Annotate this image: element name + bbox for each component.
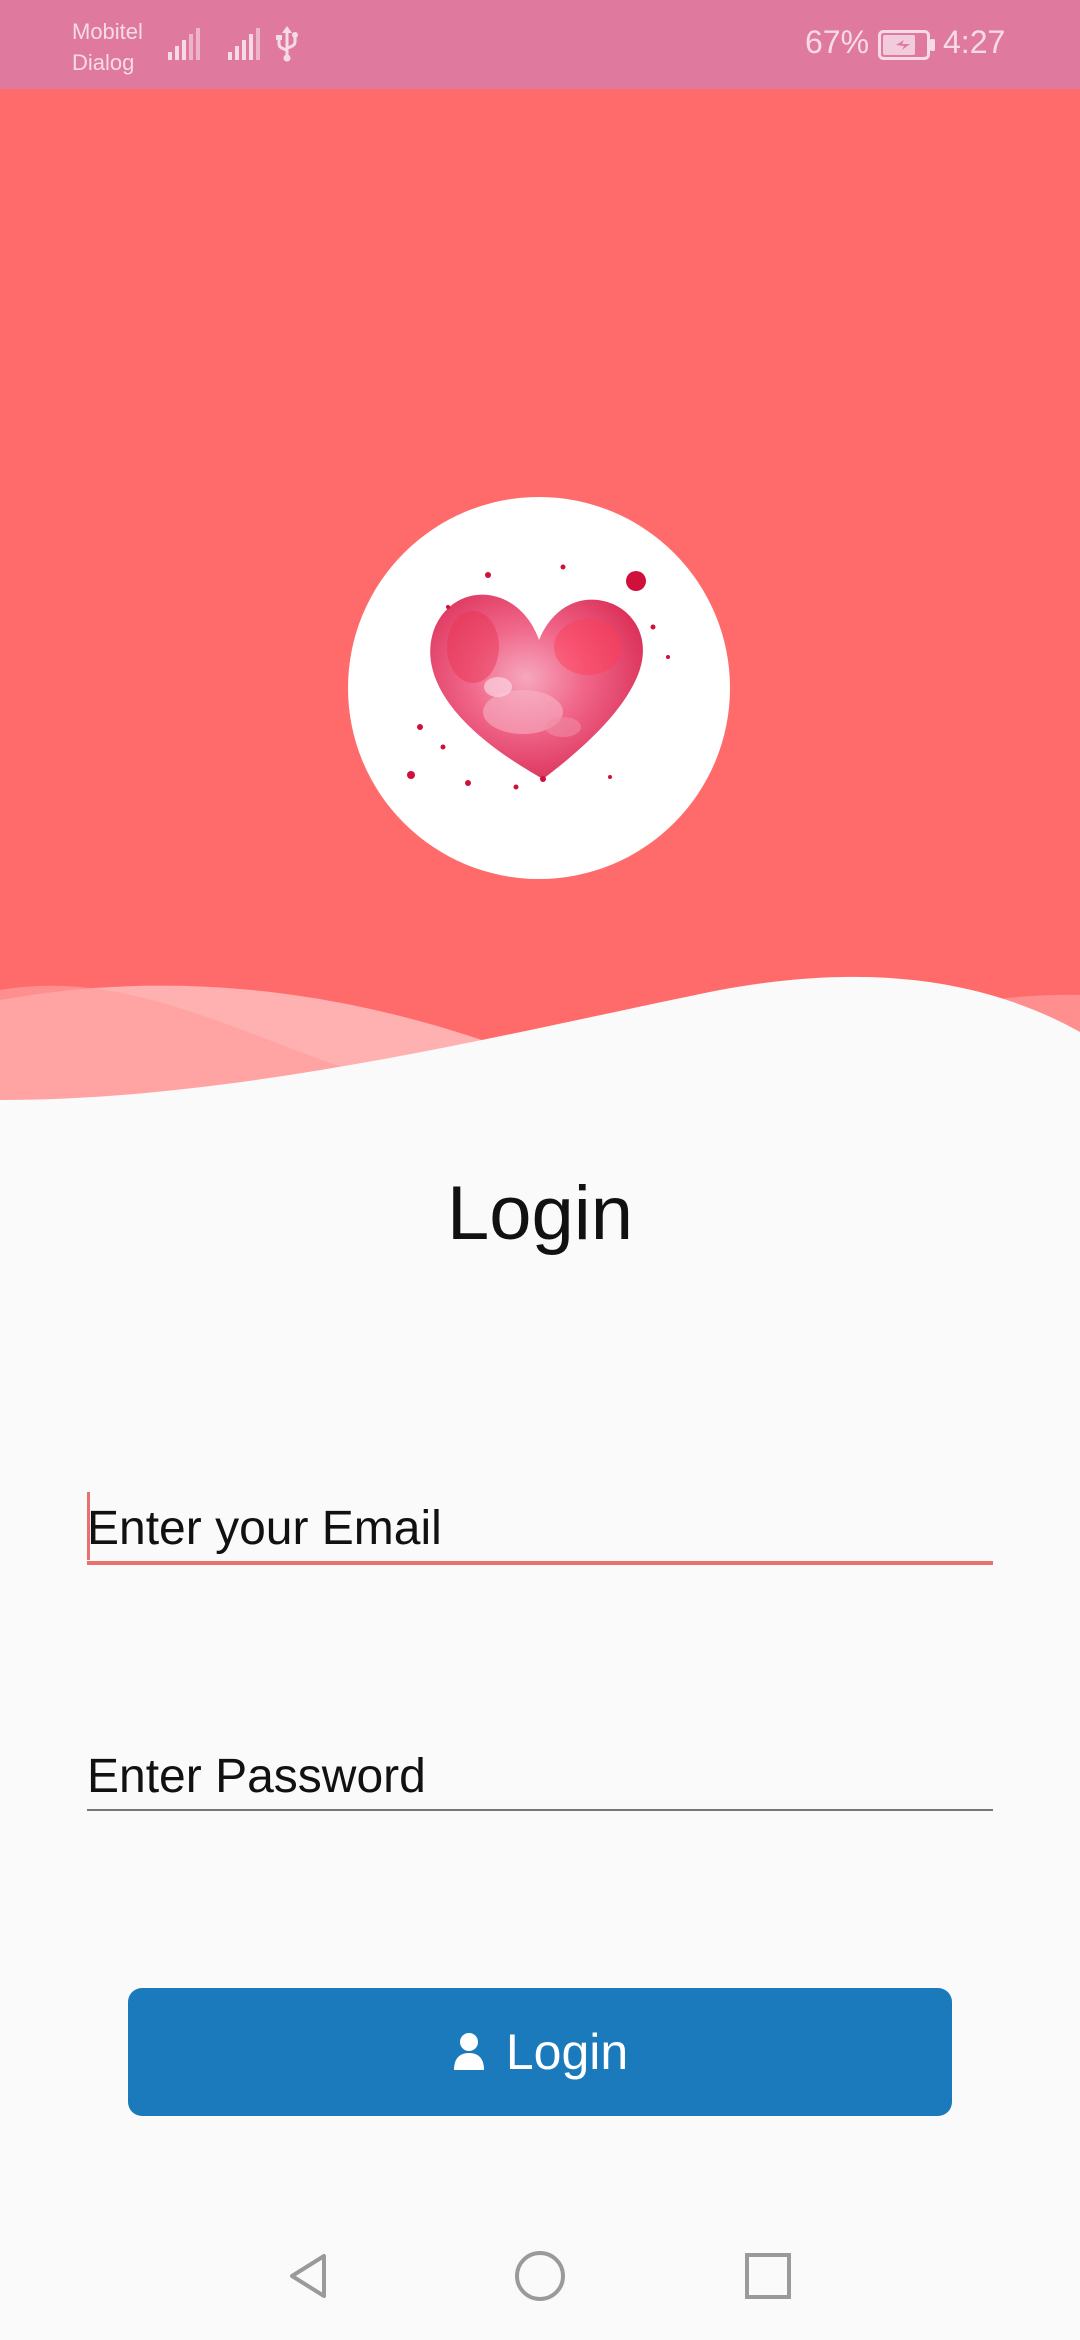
carrier-name-primary: Mobitel: [72, 19, 143, 44]
status-bar: Mobitel Dialog 67% 4:27: [0, 0, 1080, 89]
battery-charging-icon: [878, 30, 935, 60]
back-button[interactable]: [274, 2240, 346, 2312]
signal-icon: [168, 28, 200, 60]
text-cursor: [87, 1492, 90, 1560]
login-button-label: Login: [505, 2024, 629, 2080]
carrier-names: Mobitel Dialog: [72, 16, 143, 78]
usb-icon: [276, 26, 298, 62]
home-icon: [515, 2251, 565, 2301]
signal-icon: [228, 28, 260, 60]
clock: 4:27: [943, 24, 1006, 60]
wave-divider: [0, 976, 1080, 1130]
user-icon: [453, 2033, 484, 2070]
back-icon: [290, 2254, 326, 2298]
email-field[interactable]: [87, 1495, 993, 1565]
battery-percentage: 67%: [805, 24, 870, 60]
recents-icon: [745, 2253, 791, 2299]
logo: [348, 497, 730, 879]
login-button[interactable]: Login: [128, 1988, 952, 2116]
password-field[interactable]: [87, 1743, 993, 1811]
page-title: Login: [447, 1171, 633, 1256]
login-screen: Mobitel Dialog 67% 4:27 Login Enter your…: [0, 0, 1080, 2340]
watercolor-heart-icon: [407, 564, 670, 790]
navigation-bar: [0, 2212, 1080, 2340]
carrier-name-secondary: Dialog: [72, 50, 135, 75]
recents-button[interactable]: [732, 2240, 804, 2312]
home-button[interactable]: [504, 2240, 576, 2312]
